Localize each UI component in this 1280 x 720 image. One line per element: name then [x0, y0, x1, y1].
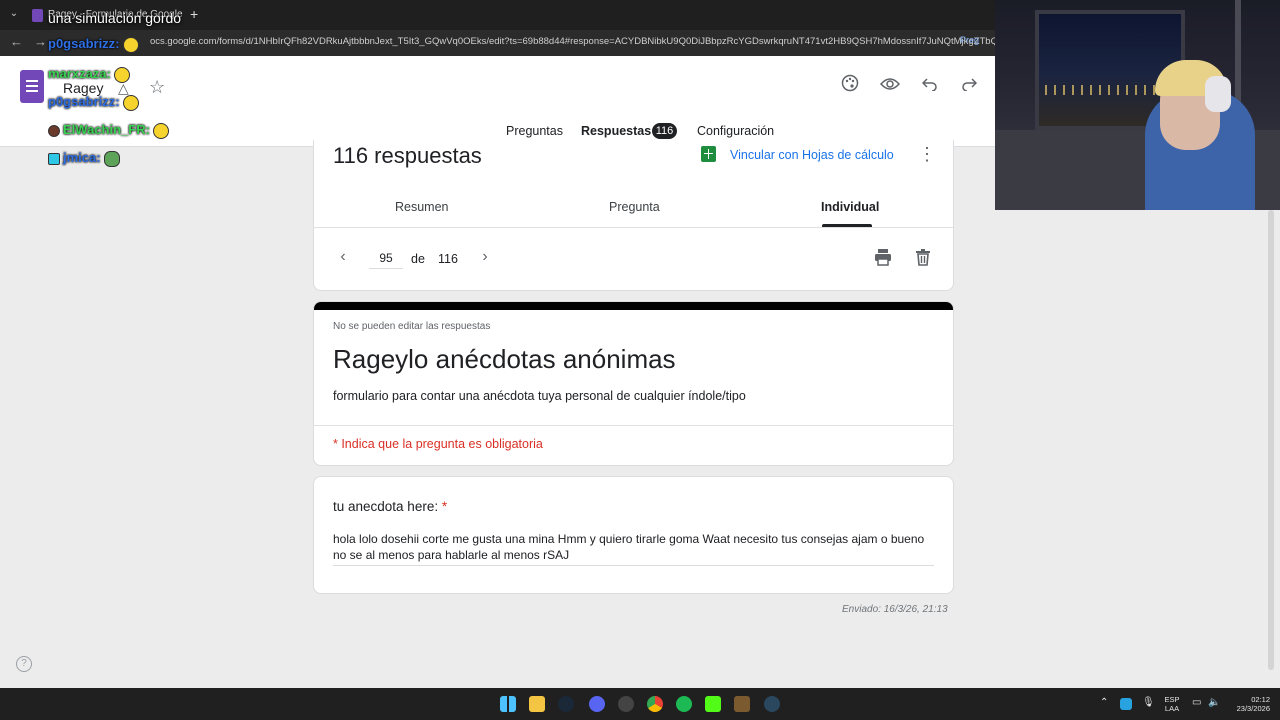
response-number-input[interactable] — [369, 248, 403, 269]
language-code: ESP — [1164, 695, 1180, 704]
steam-icon[interactable] — [558, 696, 574, 712]
microphone-icon[interactable]: 🎙 — [1142, 697, 1155, 708]
tab-individual[interactable]: Individual — [821, 200, 879, 214]
kick-icon[interactable] — [705, 696, 721, 712]
answer-text: hola lolo dosehii corte me gusta una min… — [333, 531, 934, 566]
file-explorer-icon[interactable] — [529, 696, 545, 712]
submitted-timestamp: Enviado: 16/3/26, 21:13 — [842, 604, 948, 615]
forward-arrow-icon[interactable]: → — [34, 34, 47, 49]
tab-settings[interactable]: Configuración — [697, 124, 774, 138]
clock[interactable]: 02:12 23/3/2026 — [1226, 695, 1270, 713]
responses-count-badge: 116 — [652, 123, 677, 139]
emote-icon — [122, 36, 139, 53]
form-description: formulario para contar una anécdota tuya… — [333, 389, 746, 403]
link-to-sheets-button[interactable]: Vincular con Hojas de cálculo — [730, 148, 894, 162]
spotify-icon[interactable] — [676, 696, 692, 712]
required-note: * Indica que la pregunta es obligatoria — [333, 437, 543, 451]
back-arrow-icon[interactable]: ← — [10, 34, 23, 49]
delete-icon[interactable] — [913, 247, 933, 267]
forms-favicon-icon — [32, 9, 43, 22]
obs-icon[interactable] — [618, 696, 634, 712]
next-response-icon[interactable]: › — [476, 248, 494, 266]
question-text: tu anecdota here: — [333, 499, 439, 514]
taskbar — [0, 688, 1280, 720]
tray-chevron-icon[interactable]: ⌃ — [1100, 697, 1108, 708]
sheets-icon[interactable] — [701, 146, 716, 162]
preview-eye-icon[interactable] — [879, 74, 901, 96]
no-edit-note: No se pueden editar las respuestas — [333, 321, 491, 332]
tab-responses[interactable]: Respuestas — [581, 124, 651, 138]
volume-icon[interactable]: 🔈 — [1208, 697, 1220, 708]
pager-total: 116 — [438, 252, 458, 266]
chat-message: p0gsabrizz: — [48, 36, 139, 53]
start-icon[interactable] — [500, 696, 516, 712]
chat-username: jmica — [63, 150, 97, 165]
tab-search-icon[interactable]: ⌄ — [6, 6, 22, 22]
chat-message: ElWachin_FR: — [48, 122, 169, 139]
tab-question[interactable]: Pregunta — [609, 200, 660, 214]
google-forms-logo-icon[interactable] — [20, 70, 44, 103]
question-label: tu anecdota here: * — [333, 499, 447, 514]
chat-username: p0gsabrizz — [48, 36, 116, 51]
tab-questions[interactable]: Preguntas — [506, 124, 563, 138]
redo-icon[interactable] — [958, 74, 980, 96]
divider — [313, 425, 954, 426]
star-icon[interactable]: ☆ — [149, 77, 165, 98]
webcam-overlay — [995, 0, 1280, 210]
network-icon[interactable]: ▭ — [1192, 697, 1201, 708]
responses-count-title: 116 respuestas — [333, 143, 482, 168]
clock-date: 23/3/2026 — [1236, 704, 1270, 713]
security-tray-icon[interactable] — [1120, 698, 1132, 710]
emote-icon — [122, 94, 139, 111]
chat-message: jmica: — [48, 150, 120, 167]
url-field[interactable]: ocs.google.com/forms/d/1NHbIrQFh82VDRkuA… — [150, 36, 1003, 47]
address-bar: ← → ocs.google.com/forms/d/1NHbIrQFh82VD… — [0, 30, 1003, 56]
form-title: Rageylo anécdotas anónimas — [333, 344, 676, 374]
emote-icon — [113, 66, 130, 83]
print-icon[interactable] — [873, 247, 893, 267]
undo-icon[interactable] — [919, 74, 941, 96]
chat-message: marxzaza: — [48, 66, 130, 83]
chat-username: p0gsabrizz — [48, 94, 116, 109]
preview-button[interactable]: Preg — [960, 35, 979, 45]
divider — [313, 227, 954, 228]
pager-of-label: de — [411, 252, 425, 266]
keyboard-layout: LAA — [1164, 704, 1180, 713]
discord-icon[interactable] — [589, 696, 605, 712]
tab-summary[interactable]: Resumen — [395, 200, 449, 214]
chat-username: marxzaza — [48, 66, 107, 81]
more-options-icon[interactable]: ⋮ — [918, 144, 936, 164]
language-indicator[interactable]: ESP LAA — [1160, 695, 1184, 713]
clock-time: 02:12 — [1251, 695, 1270, 704]
help-icon[interactable]: ? — [16, 656, 32, 672]
emote-icon — [103, 150, 120, 167]
webcam-headset — [1205, 76, 1231, 112]
minecraft-icon[interactable] — [734, 696, 750, 712]
emote-icon — [152, 122, 169, 139]
badge-icon — [48, 152, 60, 165]
scrollbar[interactable] — [1268, 210, 1274, 670]
badge-icon — [48, 124, 60, 137]
form-color-bar — [314, 302, 953, 310]
steam-alt-icon[interactable] — [764, 696, 780, 712]
chat-message: p0gsabrizz: — [48, 94, 139, 111]
chat-username: ElWachin_FR — [63, 122, 146, 137]
previous-response-icon[interactable]: ‹ — [334, 248, 352, 266]
palette-icon[interactable] — [839, 74, 861, 96]
chrome-icon[interactable] — [647, 696, 663, 712]
stream-caption: una simulación gordo — [48, 10, 182, 26]
required-star: * — [441, 499, 448, 514]
new-tab-icon[interactable]: + — [190, 6, 198, 22]
